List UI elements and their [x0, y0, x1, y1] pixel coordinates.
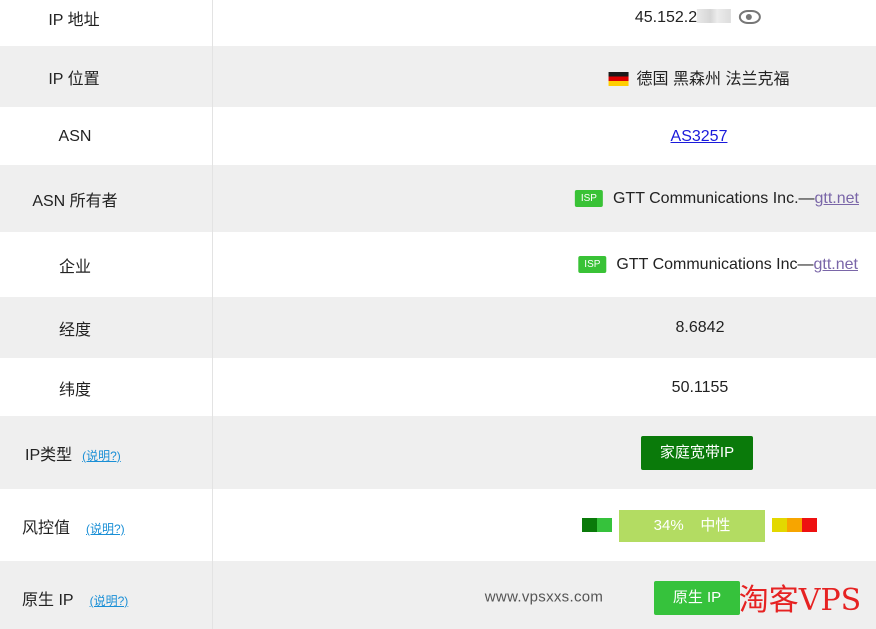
risk-scale-red — [802, 518, 817, 532]
longitude-value: 8.6842 — [675, 319, 725, 336]
asn-link[interactable]: AS3257 — [671, 128, 728, 146]
row-longitude — [0, 297, 876, 358]
ip-type-badge[interactable]: 家庭宽带IP — [641, 436, 753, 470]
native-ip-help-link[interactable]: (说明?) — [90, 594, 129, 608]
enterprise-label: 企业 — [58, 259, 92, 276]
masked-ip-segment — [697, 9, 732, 23]
ip-location-value: 德国 黑森州 法兰克福 — [636, 71, 790, 88]
asn-owner-value-group: ISP GTT Communications Inc.—gtt.net — [574, 190, 859, 208]
risk-scale-orange — [787, 518, 802, 532]
asn-owner-org: GTT Communications Inc.— — [612, 190, 815, 207]
watermark-site: www.vpsxxs.com — [484, 588, 604, 606]
risk-scale-dark-green — [582, 518, 597, 532]
isp-tag: ISP — [578, 256, 607, 273]
risk-percent: 34% — [653, 517, 684, 534]
risk-help-link[interactable]: (说明?) — [86, 522, 125, 536]
ip-location-value-group: 德国 黑森州 法兰克福 — [608, 65, 790, 89]
native-ip-label-group: 原生 IP (说明?) — [22, 586, 128, 610]
asn-owner-domain-link[interactable]: gtt.net — [815, 190, 859, 207]
isp-tag: ISP — [574, 190, 603, 207]
enterprise-org: GTT Communications Inc— — [616, 256, 814, 273]
ip-type-help-link[interactable]: (说明?) — [82, 449, 121, 463]
row-asn — [0, 107, 876, 165]
watermark-brand: 淘客VPS — [738, 583, 862, 618]
ip-location-label: IP 位置 — [48, 71, 100, 88]
ip-type-label-group: IP类型 (说明?) — [25, 441, 121, 465]
risk-level: 中性 — [700, 517, 731, 534]
native-ip-label: 原生 IP — [22, 592, 74, 609]
germany-flag-icon — [608, 72, 629, 86]
ip-address-value-group: 45.152.2 — [634, 9, 762, 27]
risk-label: 风控值 — [22, 520, 71, 537]
asn-label: ASN — [58, 128, 92, 145]
column-divider — [212, 0, 213, 629]
risk-scale-yellow — [772, 518, 787, 532]
latitude-value: 50.1155 — [671, 379, 729, 396]
native-ip-badge[interactable]: 原生 IP — [654, 581, 740, 615]
risk-label-group: 风控值 (说明?) — [22, 514, 125, 538]
risk-indicator: 34% 中性 — [619, 510, 765, 542]
enterprise-value-group: ISP GTT Communications Inc—gtt.net — [578, 256, 858, 274]
asn-owner-label: ASN 所有者 — [32, 193, 118, 210]
ip-address-label: IP 地址 — [48, 12, 100, 29]
longitude-label: 经度 — [58, 322, 92, 339]
latitude-label: 纬度 — [58, 382, 92, 399]
ip-type-label: IP类型 — [25, 447, 73, 464]
eye-icon[interactable] — [739, 10, 762, 24]
row-latitude — [0, 358, 876, 416]
enterprise-domain-link[interactable]: gtt.net — [814, 256, 858, 273]
ip-address-value: 45.152.2 — [634, 9, 698, 26]
risk-scale-green — [597, 518, 612, 532]
